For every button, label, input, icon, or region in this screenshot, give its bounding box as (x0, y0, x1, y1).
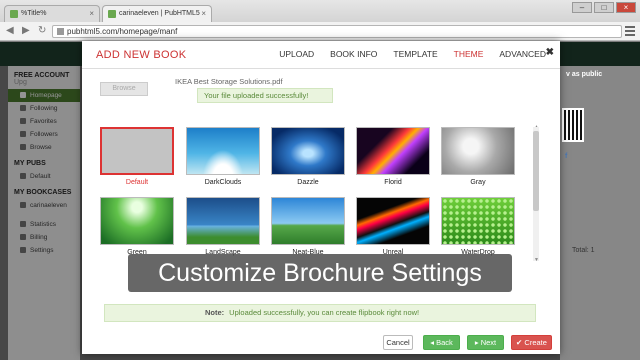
dialog-tabs: UPLOAD BOOK INFO TEMPLATE THEME ADVANCED (263, 49, 546, 59)
tab-label: carinaeleven | PubHTML5 (119, 10, 200, 17)
theme-option-unreal[interactable]: Unreal (356, 197, 430, 256)
tab-favicon-icon (10, 10, 18, 18)
next-button[interactable]: ▸ Next (467, 335, 504, 350)
scroll-down-icon[interactable]: ▼ (534, 257, 539, 263)
theme-option-green[interactable]: Green (100, 197, 174, 256)
close-icon[interactable]: ✖ (546, 47, 554, 58)
note-text: Uploaded successfully, you can create fl… (229, 308, 420, 317)
back-arrow-icon[interactable]: ◀ (6, 25, 14, 36)
browser-tab-2[interactable]: carinaeleven | PubHTML5 × (102, 5, 212, 22)
dialog-header: ADD NEW BOOK UPLOAD BOOK INFO TEMPLATE T… (82, 41, 560, 69)
theme-thumbnail (186, 197, 260, 245)
browse-button[interactable]: Browse (100, 82, 148, 96)
upload-status-row: Browse IKEA Best Storage Solutions.pdf Y… (100, 77, 540, 111)
add-new-book-dialog: ADD NEW BOOK UPLOAD BOOK INFO TEMPLATE T… (82, 41, 560, 354)
page-icon (57, 28, 64, 35)
tab-book-info[interactable]: BOOK INFO (330, 49, 377, 59)
theme-name: Default (125, 179, 149, 186)
qr-code (562, 108, 584, 142)
url-text: pubhtml5.com/homepage/manf (67, 27, 178, 36)
tab-upload[interactable]: UPLOAD (279, 49, 314, 59)
tab-close-icon[interactable]: × (201, 9, 206, 18)
window-close-icon[interactable]: × (616, 2, 636, 13)
upload-success-message: Your file uploaded successfully! (197, 88, 333, 103)
create-button[interactable]: ✔ Create (511, 335, 552, 350)
theme-option-dazzle[interactable]: Dazzle (271, 127, 345, 186)
theme-option-default[interactable]: Default (100, 127, 174, 186)
theme-thumbnail (441, 197, 515, 245)
forward-arrow-icon[interactable]: ▶ (22, 25, 30, 36)
browser-tab-1[interactable]: %Title% × (4, 5, 100, 22)
theme-option-waterdrop[interactable]: WaterDrop (441, 197, 515, 256)
share-text: v as public (566, 71, 603, 78)
note-label: Note: (205, 308, 225, 317)
url-input[interactable]: pubhtml5.com/homepage/manf (52, 25, 622, 38)
theme-name: DarkClouds (204, 179, 242, 186)
browser-tabbar: %Title% × carinaeleven | PubHTML5 × – □ … (0, 0, 640, 22)
browser-menu-icon[interactable] (625, 26, 635, 36)
tab-advanced[interactable]: ADVANCED (499, 49, 546, 59)
scrollbar-thumb[interactable] (533, 131, 539, 211)
theme-scrollbar[interactable] (533, 127, 539, 261)
reload-icon[interactable]: ↻ (38, 25, 46, 36)
theme-name: Florid (384, 179, 402, 186)
tab-close-icon[interactable]: × (89, 9, 94, 18)
dialog-title: ADD NEW BOOK (96, 49, 187, 61)
video-caption: Customize Brochure Settings (128, 254, 512, 292)
note-message: Note: Uploaded successfully, you can crea… (104, 304, 536, 322)
theme-option-neat-blue[interactable]: Neat-Blue (271, 197, 345, 256)
tab-favicon-icon (108, 10, 116, 18)
back-button[interactable]: ◂ Back (423, 335, 460, 350)
address-bar: ◀ ▶ ↻ pubhtml5.com/homepage/manf (0, 22, 640, 41)
theme-option-gray[interactable]: Gray (441, 127, 515, 186)
tab-theme[interactable]: THEME (454, 49, 484, 59)
window-controls: – □ × (572, 2, 636, 13)
theme-option-landscape[interactable]: LandScape (186, 197, 260, 256)
theme-thumbnail (271, 127, 345, 175)
theme-thumbnail (356, 127, 430, 175)
theme-name: Gray (470, 179, 486, 186)
theme-thumbnail (356, 197, 430, 245)
minimize-icon[interactable]: – (572, 2, 592, 13)
theme-option-florid[interactable]: Florid (356, 127, 430, 186)
tab-template[interactable]: TEMPLATE (393, 49, 437, 59)
theme-option-darkclouds[interactable]: DarkClouds (186, 127, 260, 186)
theme-thumbnail (271, 197, 345, 245)
theme-thumbnail (100, 127, 174, 175)
tab-label: %Title% (21, 10, 47, 17)
facebook-icon[interactable]: f (565, 153, 567, 160)
theme-thumbnail (441, 127, 515, 175)
cancel-button[interactable]: Cancel (383, 335, 413, 350)
theme-thumbnail (100, 197, 174, 245)
theme-name: Dazzle (297, 179, 319, 186)
total-count: Total: 1 (572, 247, 595, 254)
theme-thumbnail (186, 127, 260, 175)
maximize-icon[interactable]: □ (594, 2, 614, 13)
uploaded-file-name: IKEA Best Storage Solutions.pdf (175, 77, 283, 86)
